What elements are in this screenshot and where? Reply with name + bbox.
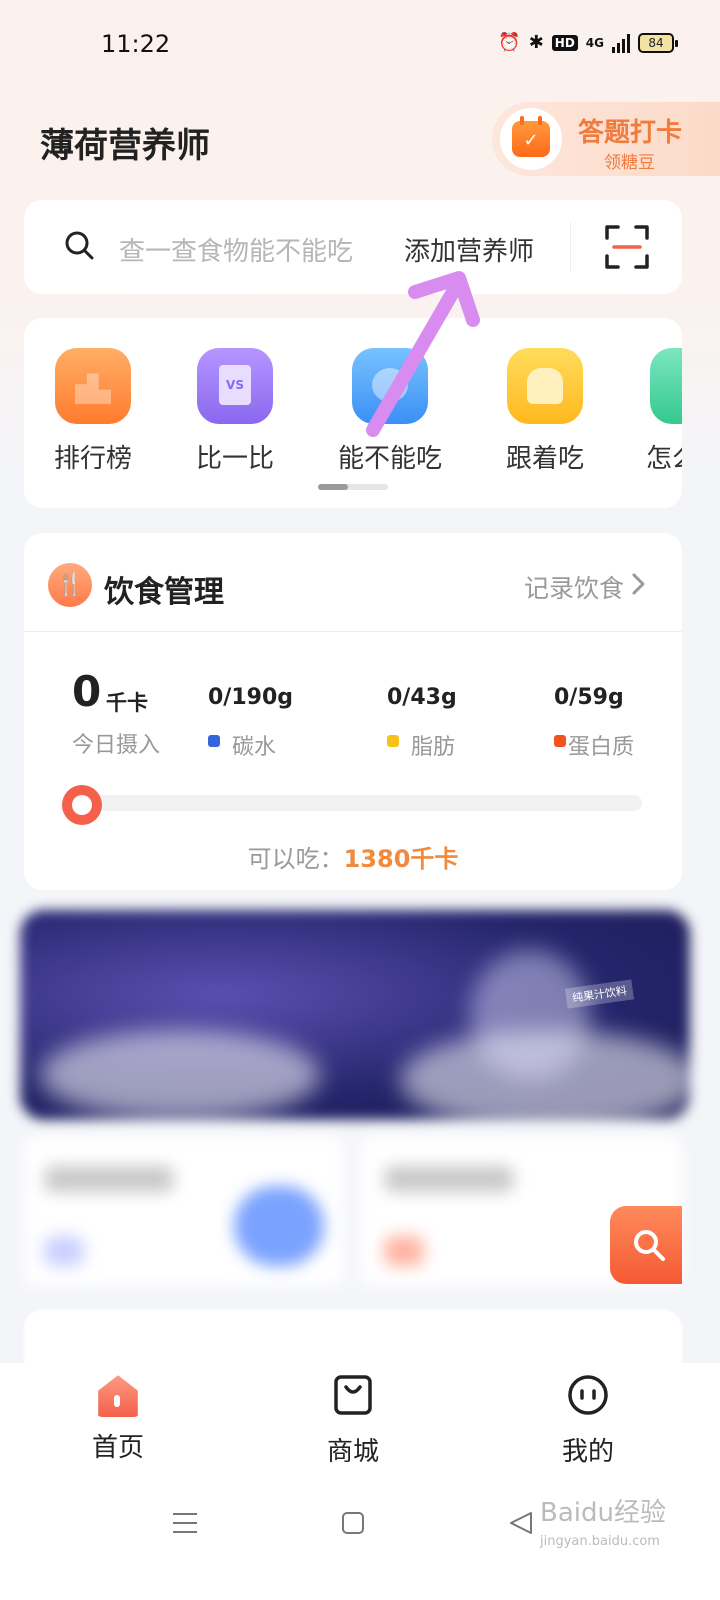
checkin-subtitle: 领糖豆 <box>604 153 655 173</box>
shortcut-label: 跟着吃 <box>505 444 584 474</box>
tab-label: 我的 <box>561 1437 614 1467</box>
home-button-icon[interactable] <box>341 1510 365 1536</box>
tab-home[interactable]: 首页 <box>58 1373 178 1464</box>
record-diet-link[interactable]: 记录饮食 <box>524 569 624 605</box>
search-divider <box>570 222 571 272</box>
signal-icon <box>612 33 630 53</box>
card-badge-placeholder <box>44 1236 84 1266</box>
intake-progress-knob <box>62 785 102 825</box>
back-icon[interactable] <box>508 1510 534 1536</box>
can-eat-label: 可以吃： <box>247 845 344 873</box>
shortcut-label: 比一比 <box>195 444 274 474</box>
intake-progress-bar <box>72 795 642 811</box>
card-image-placeholder <box>234 1186 324 1266</box>
shortcut-label: 能不能吃 <box>337 444 442 474</box>
can-eat-summary: 可以吃：1380千卡 <box>24 839 682 874</box>
fat-value: 0/43g <box>387 685 457 710</box>
checkin-icon-wrap <box>500 108 562 170</box>
fat-dot <box>387 735 399 747</box>
how-icon <box>650 348 682 424</box>
diet-management-card: 🍴 饮食管理 记录饮食 0 千卡 今日摄入 0/190g 碳水 0/43g 脂肪… <box>24 533 682 890</box>
search-bar[interactable]: 查一查食物能不能吃 添加营养师 <box>24 200 682 294</box>
search-placeholder[interactable]: 查一查食物能不能吃 <box>119 231 353 268</box>
watermark: Baidu经验 <box>540 1498 666 1528</box>
diet-divider <box>24 631 682 632</box>
carbs-dot <box>208 735 220 747</box>
intake-unit: 千卡 <box>106 691 148 715</box>
checkin-button[interactable]: 答题打卡 领糖豆 <box>492 102 720 176</box>
ranking-icon <box>55 348 131 424</box>
tab-label: 商城 <box>326 1437 379 1467</box>
search-icon <box>65 231 94 260</box>
tab-label: 首页 <box>91 1433 144 1463</box>
protein-value: 0/59g <box>554 685 624 710</box>
can-eat-value: 1380千卡 <box>343 845 459 873</box>
hd-icon: HD <box>551 34 578 51</box>
intake-label: 今日摄入 <box>72 733 161 758</box>
scroll-indicator-thumb <box>318 484 348 490</box>
banner-product <box>470 950 590 1080</box>
network-label: 4G <box>585 35 604 50</box>
profile-icon <box>568 1375 608 1415</box>
intake-value: 0 <box>72 667 102 716</box>
app-title: 薄荷营养师 <box>40 126 210 166</box>
home-icon <box>98 1375 138 1417</box>
scan-icon[interactable] <box>604 224 650 270</box>
banner-cloud <box>40 1030 320 1120</box>
alarm-icon: ⏰ <box>498 32 521 53</box>
shortcut-follow-eat[interactable]: 跟着吃 <box>490 348 600 475</box>
bottom-tab-bar: 首页 商城 我的 <box>0 1363 720 1600</box>
carbs-label: 碳水 <box>232 735 277 760</box>
protein-dot <box>554 735 566 747</box>
annotation-arrow <box>366 271 480 437</box>
shortcut-ranking[interactable]: 排行榜 <box>38 348 148 475</box>
calendar-check-icon <box>512 116 550 157</box>
status-icons: ⏰ ✱ HD 4G 84 <box>498 32 678 53</box>
promo-banner[interactable] <box>20 910 690 1120</box>
status-bar: 11:22 ⏰ ✱ HD 4G 84 <box>0 0 720 90</box>
battery-icon: 84 <box>638 32 678 53</box>
shortcut-row: 排行榜 比一比 能不能吃 跟着吃 怎么 <box>24 318 682 508</box>
shortcut-label: 排行榜 <box>53 444 132 474</box>
shortcut-compare[interactable]: 比一比 <box>180 348 290 475</box>
feature-cards[interactable] <box>24 1136 682 1286</box>
search-icon <box>634 1230 665 1261</box>
cutlery-icon: 🍴 <box>48 563 92 607</box>
card-badge-placeholder <box>384 1236 424 1266</box>
compare-icon <box>197 348 273 424</box>
card-title-placeholder <box>384 1166 514 1192</box>
protein-label: 蛋白质 <box>568 735 635 760</box>
shortcut-label: 怎么 <box>646 444 682 474</box>
watermark-sub: jingyan.baidu.com <box>540 1534 660 1549</box>
scroll-indicator <box>318 484 388 490</box>
shortcut-how[interactable]: 怎么 <box>644 348 682 475</box>
checkin-title: 答题打卡 <box>578 118 683 148</box>
follow-eat-icon <box>507 348 583 424</box>
tab-shop[interactable]: 商城 <box>293 1373 413 1468</box>
bluetooth-icon: ✱ <box>528 32 544 53</box>
shop-icon <box>334 1375 372 1415</box>
carbs-value: 0/190g <box>208 685 294 710</box>
menu-icon[interactable] <box>172 1510 198 1536</box>
fat-label: 脂肪 <box>411 735 456 760</box>
diet-title: 饮食管理 <box>104 575 224 610</box>
card-title-placeholder <box>44 1166 174 1192</box>
floating-search-button[interactable] <box>610 1206 682 1284</box>
status-time: 11:22 <box>101 30 171 58</box>
chevron-right-icon[interactable] <box>628 571 650 597</box>
tab-profile[interactable]: 我的 <box>528 1373 648 1468</box>
